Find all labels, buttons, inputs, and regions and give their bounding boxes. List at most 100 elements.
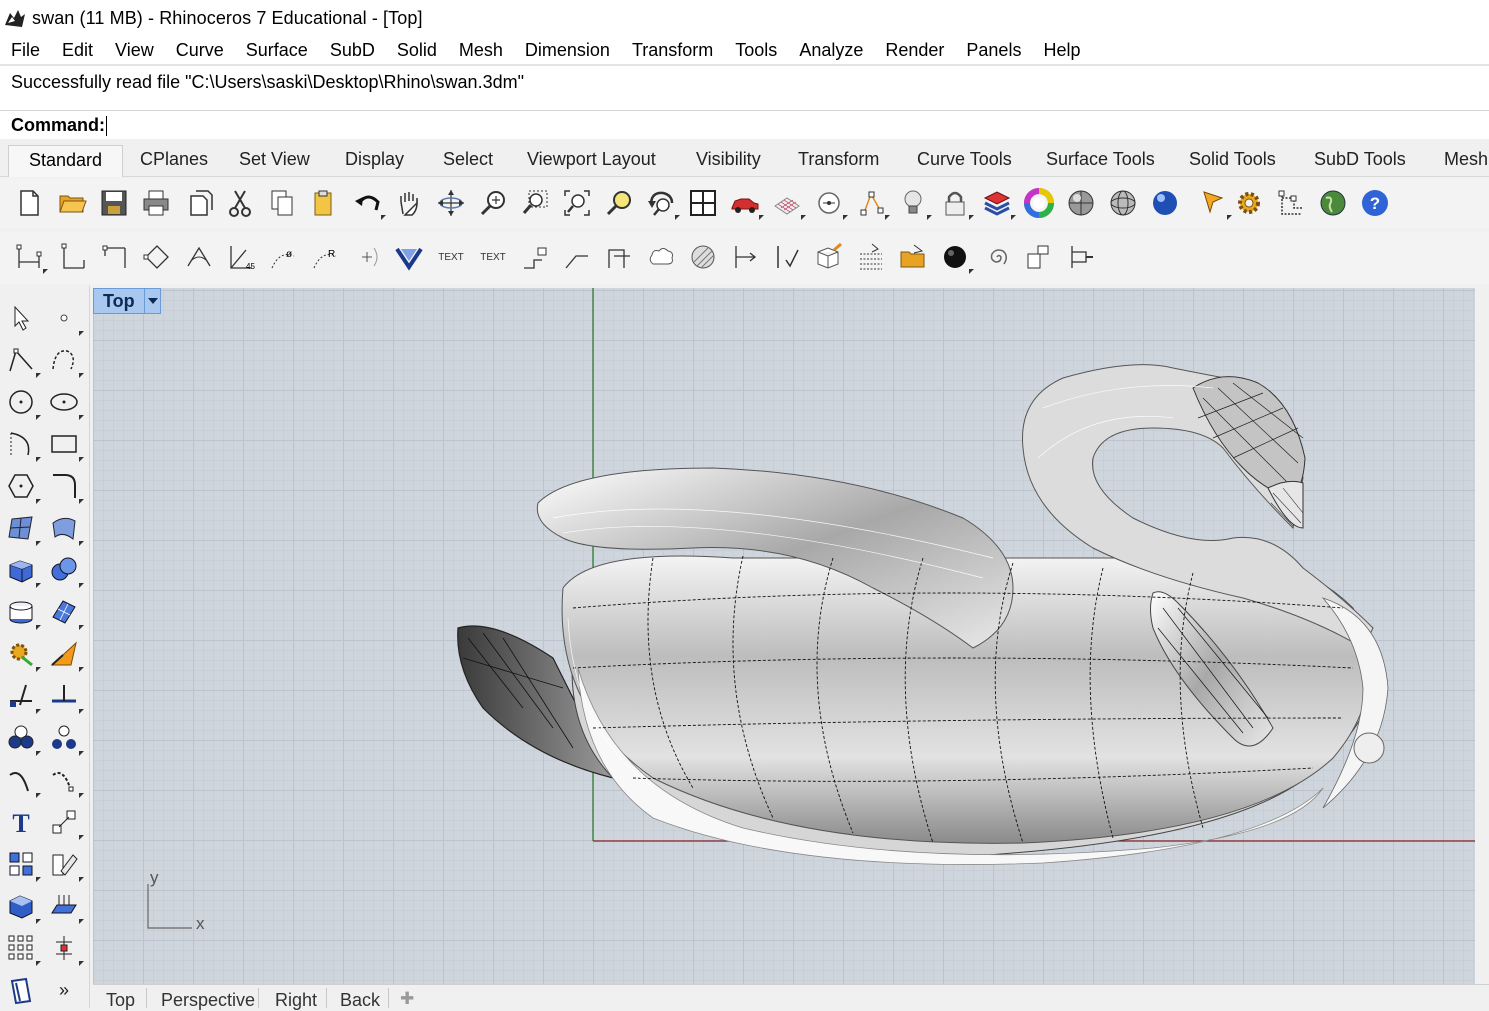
tab-surface-tools[interactable]: Surface Tools [1046,149,1155,170]
command-line[interactable]: Command: [0,110,1489,139]
import-button[interactable] [183,186,217,220]
menu-edit[interactable]: Edit [51,40,104,61]
menu-help[interactable]: Help [1032,40,1091,61]
zoom-selected-button[interactable] [602,186,636,220]
cloud-button[interactable] [644,240,678,274]
solid-tools-tool[interactable] [3,888,41,924]
transform-tool[interactable] [3,678,41,714]
menu-panels[interactable]: Panels [955,40,1032,61]
drafting-tool[interactable] [46,636,84,672]
radius-dimension-button[interactable]: R [308,240,342,274]
zoom-extents-button[interactable] [560,186,594,220]
open-button[interactable] [55,186,89,220]
zoom-window-button[interactable] [518,186,552,220]
points-button[interactable] [854,186,890,220]
gumball-tool[interactable] [46,930,84,966]
tab-standard[interactable]: Standard [8,145,124,177]
array-tool[interactable] [3,846,41,882]
menu-subd[interactable]: SubD [319,40,386,61]
named-view-button[interactable] [728,186,764,220]
save-button[interactable] [97,186,131,220]
spiral-button[interactable] [980,240,1014,274]
rotated-dimension-button[interactable] [98,240,132,274]
rectangle-tool[interactable] [46,426,84,462]
annotation-style-button[interactable] [854,240,888,274]
print-button[interactable] [139,186,173,220]
online-button[interactable] [1316,186,1350,220]
structure-button[interactable] [1274,186,1308,220]
wireframe-button[interactable] [1106,186,1140,220]
add-viewport-tab-icon[interactable]: ✚ [400,989,414,1009]
menu-analyze[interactable]: Analyze [788,40,874,61]
circle-tool[interactable] [3,384,41,420]
copy-button[interactable] [265,186,299,220]
display-mode-button[interactable] [938,240,974,274]
offset-tool[interactable] [3,762,41,798]
polyline-tool[interactable] [3,342,41,378]
tab-curve-tools[interactable]: Curve Tools [917,149,1012,170]
tab-mesh[interactable]: Mesh [1444,149,1488,170]
fillet-curve-tool[interactable] [46,468,84,504]
tab-subd-tools[interactable]: SubD Tools [1314,149,1406,170]
ordinate-dimension-button[interactable] [140,240,174,274]
tab-visibility[interactable]: Visibility [696,149,761,170]
viewport-layout-button[interactable] [686,186,720,220]
menu-view[interactable]: View [104,40,165,61]
tab-display[interactable]: Display [345,149,404,170]
check-dimension-button[interactable] [770,240,804,274]
select-tool[interactable] [3,300,39,336]
hatch-button[interactable] [602,240,636,274]
tab-set-view[interactable]: Set View [239,149,310,170]
menu-render[interactable]: Render [874,40,955,61]
mesh-tool[interactable] [46,594,84,630]
curve-tool[interactable] [46,342,84,378]
help-button[interactable]: ? [1358,186,1392,220]
leader-line-button[interactable] [560,240,594,274]
color-button[interactable] [1022,186,1056,220]
tab-solid-tools[interactable]: Solid Tools [1189,149,1276,170]
menu-curve[interactable]: Curve [165,40,235,61]
viewport-title-tab[interactable]: Top [93,288,161,314]
dot-button[interactable] [518,240,552,274]
arc-tool[interactable] [3,426,41,462]
tab-viewport-layout[interactable]: Viewport Layout [527,149,656,170]
surface-tool[interactable] [3,510,41,546]
light-button[interactable] [896,186,932,220]
ungroup-tool[interactable] [46,720,84,756]
box-tool[interactable] [3,552,41,588]
misc-tool[interactable] [3,972,39,1008]
diameter-dimension-button[interactable]: ø [266,240,300,274]
scale-tool[interactable] [46,804,84,840]
menu-tools[interactable]: Tools [724,40,788,61]
render-tool[interactable] [3,636,41,672]
menu-mesh[interactable]: Mesh [448,40,514,61]
options-button[interactable] [1232,186,1266,220]
cut-button[interactable] [223,186,257,220]
new-file-button[interactable] [12,186,46,220]
center-mark-button[interactable] [350,240,384,274]
rotate-view-button[interactable] [434,186,468,220]
text-tool[interactable]: T [3,804,39,840]
linear-dimension-button[interactable] [12,240,48,274]
render-button[interactable] [1148,186,1182,220]
make-2d-button[interactable] [728,240,762,274]
grid-button[interactable] [770,186,806,220]
dimension-tool[interactable] [46,678,84,714]
menu-solid[interactable]: Solid [386,40,448,61]
hatch-fill-button[interactable] [686,240,720,274]
text-button[interactable]: TEXT [434,240,468,274]
select-filter-button[interactable] [1196,186,1232,220]
undo-button[interactable] [350,186,386,220]
command-history[interactable]: Successfully read file "C:\Users\saski\D… [0,64,1489,110]
tab-transform[interactable]: Transform [798,149,879,170]
viewport-menu-dropdown-icon[interactable] [144,289,160,313]
angle-dimension-button[interactable] [182,240,216,274]
lock-button[interactable] [938,186,974,220]
open-annotation-button[interactable] [896,240,930,274]
polygon-tool[interactable] [3,468,41,504]
viewport-top[interactable]: y x [93,288,1475,984]
menu-surface[interactable]: Surface [235,40,319,61]
sidebar-overflow-button[interactable]: » [46,972,82,1008]
paste-button[interactable] [306,186,340,220]
swan-model[interactable] [457,364,1389,865]
